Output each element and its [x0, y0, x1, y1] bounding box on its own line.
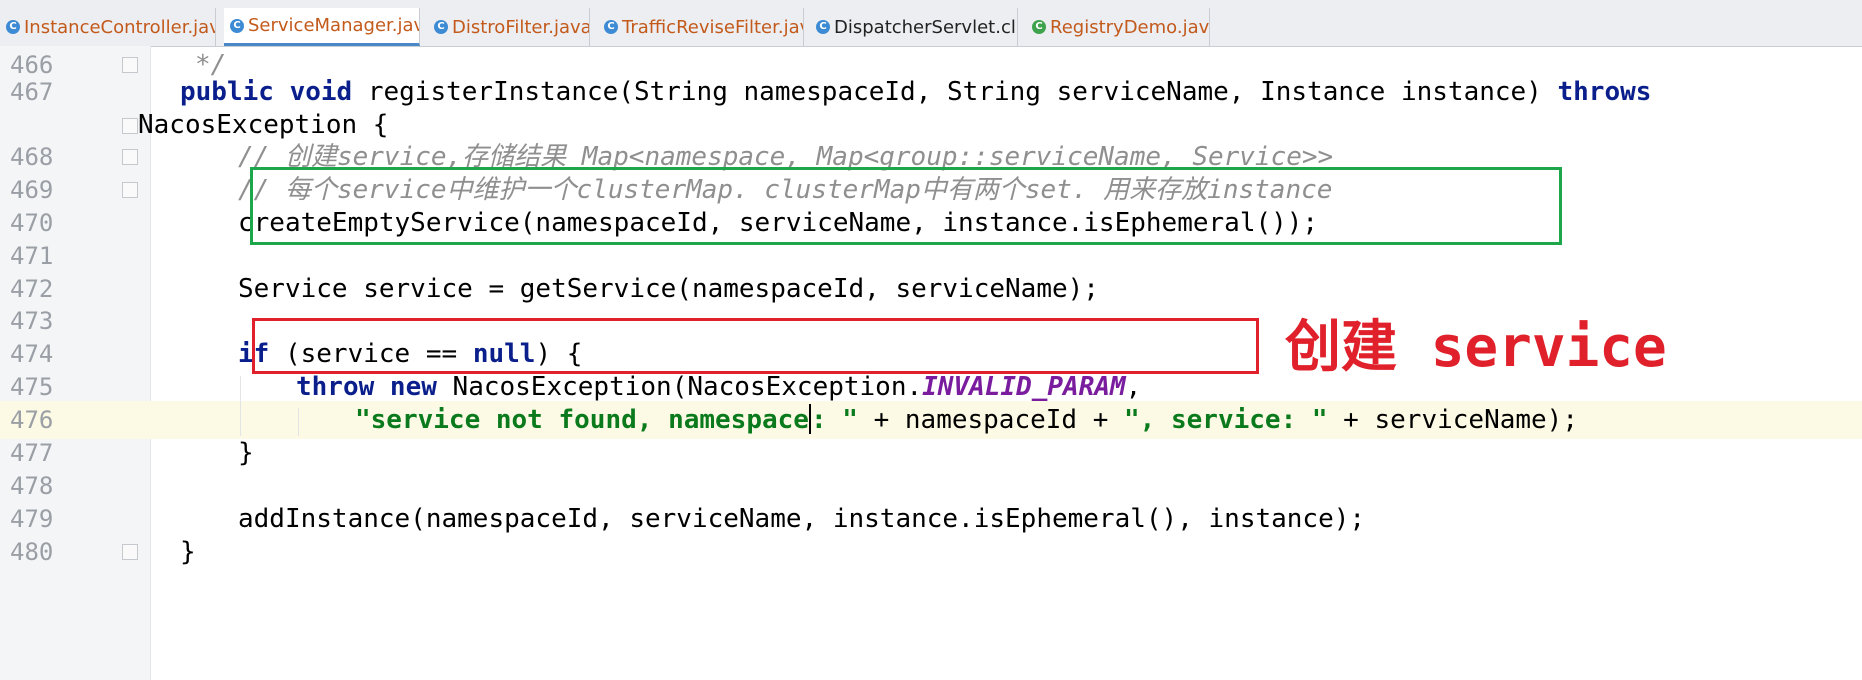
code-segment: + namespaceId +: [857, 405, 1125, 435]
keyword: public void: [180, 77, 353, 107]
tab-distro-filter[interactable]: C DistroFilter.java ×: [428, 8, 590, 46]
tab-label: DispatcherServlet.class: [834, 16, 1017, 38]
string-literal: : ": [810, 405, 858, 435]
tab-registry-demo[interactable]: C RegistryDemo.java ×: [1026, 8, 1210, 46]
tab-instance-controller[interactable]: C InstanceController.java ×: [0, 8, 216, 46]
code-segment: NacosException(NacosException.: [436, 372, 923, 402]
annotation-label: 创建 service: [1285, 315, 1667, 380]
editor-tab-bar: C InstanceController.java × C ServiceMan…: [0, 0, 1862, 47]
fold-marker-icon[interactable]: [122, 149, 138, 165]
tab-label: ServiceManager.java: [248, 15, 420, 36]
string-literal: "service not found, namespace: [355, 405, 809, 435]
java-class-icon: C: [6, 20, 20, 34]
constant: INVALID_PARAM: [922, 372, 1126, 402]
class-file-icon: C: [816, 20, 830, 34]
tab-label: RegistryDemo.java: [1050, 16, 1210, 38]
line-number: 480: [10, 538, 54, 566]
java-class-icon: C: [604, 20, 618, 34]
fold-marker-icon[interactable]: [122, 118, 138, 134]
tab-label: DistroFilter.java: [452, 16, 590, 38]
indent-guide: [298, 408, 299, 436]
fold-marker-icon[interactable]: [122, 182, 138, 198]
get-service-highlight-box: [252, 318, 1259, 374]
tab-label: InstanceController.java: [24, 16, 216, 38]
code-segment: + serviceName);: [1327, 405, 1578, 435]
java-class-icon: C: [434, 20, 448, 34]
code-segment: registerInstance(String namespaceId, Str…: [352, 77, 1558, 107]
code-segment: ,: [1125, 372, 1142, 402]
tab-dispatcher-servlet[interactable]: C DispatcherServlet.class ×: [810, 8, 1018, 46]
indent-guide: [240, 376, 241, 436]
code-line: 480 }: [0, 533, 1862, 571]
string-literal: ", service: ": [1124, 405, 1328, 435]
code-text: }: [180, 537, 196, 567]
tab-traffic-revise-filter[interactable]: C TrafficReviseFilter.java ×: [598, 8, 804, 46]
java-class-icon: C: [230, 18, 244, 33]
comment-highlight-box: [250, 167, 1562, 245]
keyword: throw new: [296, 372, 437, 402]
fold-marker-icon[interactable]: [122, 57, 138, 73]
java-main-class-icon: C: [1032, 20, 1046, 34]
fold-marker-icon[interactable]: [122, 544, 138, 560]
tab-label: TrafficReviseFilter.java: [622, 16, 804, 38]
keyword: throws: [1557, 77, 1652, 107]
tab-service-manager[interactable]: C ServiceManager.java ×: [224, 8, 420, 46]
